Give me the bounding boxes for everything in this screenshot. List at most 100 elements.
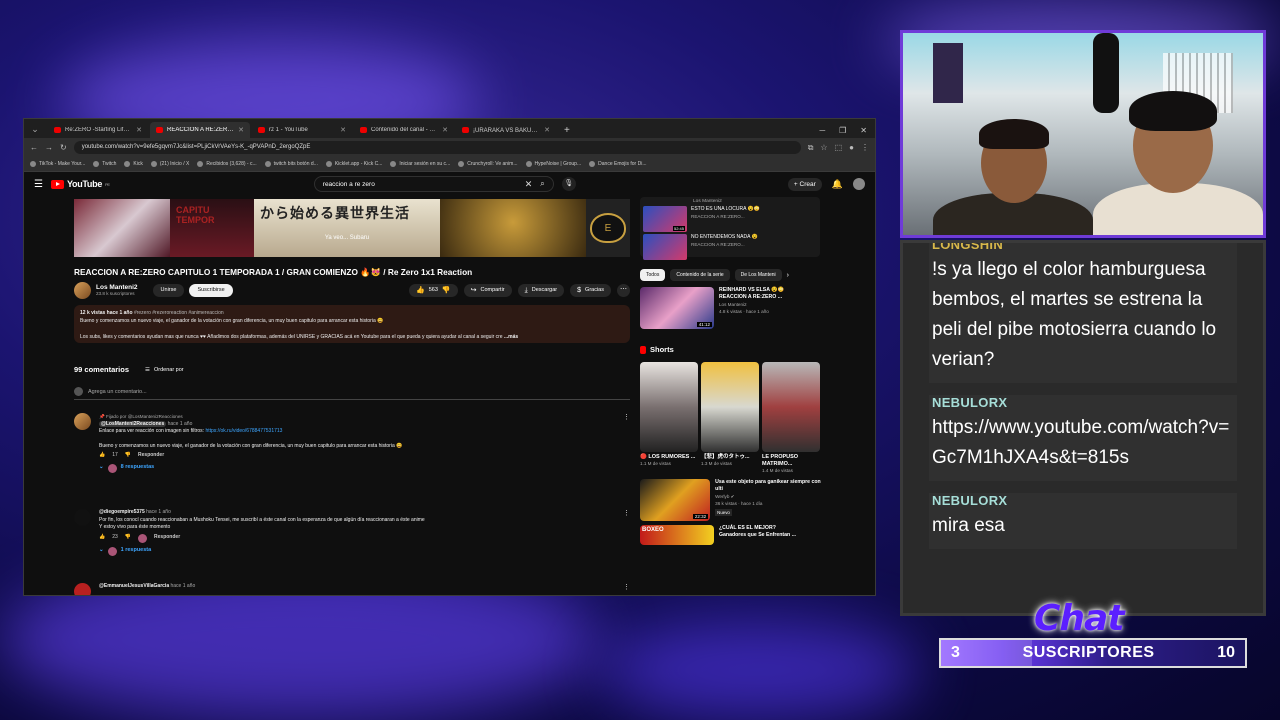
show-replies-button[interactable]: ⌄ 1 respuesta (99, 546, 615, 556)
reply-button[interactable]: Responder (154, 534, 180, 542)
short-item[interactable]: 🔴 LOS RUMORES ... 1.1 M de vistas (640, 362, 698, 473)
share-button[interactable]: ↪ Compartir (463, 283, 512, 297)
thumbs-up-icon[interactable]: 👍 (99, 452, 105, 460)
extensions-icon[interactable]: ⬚ (835, 143, 843, 152)
url-input[interactable]: youtube.com/watch?v=9efe5gqvm7Jc&list=PL… (73, 141, 801, 154)
minimize-icon[interactable]: ─ (819, 126, 825, 135)
close-window-icon[interactable]: ✕ (860, 126, 867, 135)
browser-menu-icon[interactable]: ⋮ (861, 143, 869, 152)
show-replies-button[interactable]: ⌄ 8 respuestas (99, 463, 615, 473)
bookmark-7[interactable]: Iniciar sesión en su c... (390, 161, 450, 167)
back-icon[interactable]: ← (30, 143, 38, 152)
create-button[interactable]: + Crear (787, 177, 822, 191)
thumbs-up-icon[interactable]: 👍 (99, 534, 105, 542)
recommended-video[interactable]: BOXEO ¿CUÁL ES EL MEJOR? Ganadores que S… (640, 525, 824, 545)
tab-close-icon[interactable]: ✕ (544, 126, 550, 134)
subscribe-button[interactable]: Suscribirse (189, 283, 233, 297)
cast-icon[interactable]: ⧉ (808, 143, 814, 153)
sort-button[interactable]: ☰ Ordenar por (145, 367, 184, 373)
comment-author[interactable]: @LosManteni2Reacciones (99, 420, 167, 427)
comment-menu-icon[interactable]: ⋮ (623, 413, 630, 473)
bookmark-9[interactable]: HypeNoise | Group... (525, 161, 581, 167)
tab-close-icon[interactable]: ✕ (136, 126, 142, 134)
microphone-icon[interactable]: 🎙 (561, 177, 576, 191)
channel-avatar[interactable] (74, 281, 91, 299)
thanks-button[interactable]: $ Gracias (570, 283, 611, 297)
comments-header: 99 comentarios ☰ Ordenar por (74, 365, 184, 374)
tab-search-icon[interactable]: ⌄ (28, 122, 42, 136)
comment-link[interactable]: https://ok.ru/video/6788477531713 (205, 428, 282, 434)
comment-avatar[interactable] (74, 413, 91, 430)
goal-label: SUSCRIPTORES (1022, 644, 1155, 661)
tab-3[interactable]: Contenido del canal - YouTub✕ (354, 122, 454, 138)
bookmark-10[interactable]: Dance Emojis for Di... (589, 161, 647, 167)
bookmark-8[interactable]: Crunchyroll: Ve anim... (458, 161, 518, 167)
heart-logo-icon: E (590, 213, 626, 243)
comment-author[interactable]: @diegoempire5375 (99, 509, 145, 515)
forward-icon[interactable]: → (45, 143, 53, 152)
user-avatar[interactable] (853, 178, 865, 190)
chip-channel[interactable]: De Los Manteni (734, 269, 782, 281)
thumbs-down-icon[interactable]: 👎 (125, 534, 131, 542)
show-more-link[interactable]: ...más (504, 334, 518, 340)
bookmark-favicon-icon (525, 161, 532, 167)
tab-4[interactable]: ¡URARAKA VS BAKUGO! 🔥 Lo✕ (456, 122, 556, 138)
reply-button[interactable]: Responder (138, 452, 164, 460)
bookmark-5[interactable]: twitch bits botón d... (264, 161, 318, 167)
thumbs-down-icon[interactable]: 👎 (442, 284, 451, 297)
tab-close-icon[interactable]: ✕ (442, 126, 448, 134)
bookmark-2[interactable]: Kick (124, 161, 143, 167)
chevron-right-icon[interactable]: › (787, 272, 789, 279)
streamer-left-hair (979, 119, 1049, 149)
bookmark-6[interactable]: Kicklet.app - Kick C... (325, 161, 382, 167)
video-actions: 👍 563 👎 ↪ Compartir ⤓ Descargar $ Gracias ⋯ (409, 283, 630, 297)
star-icon[interactable]: ☆ (820, 143, 827, 152)
search-icon[interactable]: ⌕ (540, 179, 544, 189)
tab-1[interactable]: REACCION A RE:ZERO CAPITU✕ (150, 122, 250, 138)
profile-icon[interactable]: ● (849, 143, 854, 152)
chip-series[interactable]: Contenido de la serie (670, 269, 730, 281)
tab-close-icon[interactable]: ✕ (238, 126, 244, 134)
comment-avatar[interactable] (74, 583, 91, 595)
playlist-item[interactable]: 52:45 ESTO ES UNA LOCURA 😵😳 REACCION A RE… (643, 206, 817, 232)
bell-icon[interactable]: 🔔 (832, 179, 843, 190)
clear-search-icon[interactable]: ✕ (525, 179, 533, 190)
tab-0[interactable]: Re:ZERO -Starting Life in Anoth✕ (48, 122, 148, 138)
chip-all[interactable]: Todos (640, 269, 666, 281)
like-button[interactable]: 👍 563 👎 (409, 283, 458, 297)
youtube-logo[interactable]: YouTube PE (50, 179, 110, 189)
video-player[interactable]: CAPITU TEMPOR から始める異世界生活 Ya veo... Subaru… (74, 199, 630, 257)
reload-icon[interactable]: ↻ (60, 143, 67, 152)
bookmark-3[interactable]: (21) Inicio / X (150, 161, 189, 167)
new-tab-button[interactable]: + (558, 125, 576, 138)
short-item[interactable]: LE PROPUSO MATRIMO... 1.4 M de vistas (762, 362, 820, 473)
bookmark-1[interactable]: Twitch (93, 161, 116, 167)
download-button[interactable]: ⤓ Descargar (517, 283, 565, 297)
maximize-icon[interactable]: ❐ (839, 126, 846, 135)
comment-body: @EmmanuelJesusVillaGarcia hace 1 año (99, 583, 196, 589)
comment-menu-icon[interactable]: ⋮ (623, 509, 630, 556)
recommended-video[interactable]: 41:12 REINHARD VS ELSA 😵😳 REACCION A RE:… (640, 287, 824, 329)
short-item[interactable]: 【悲】虎のタトゥ... 1.3 M de vistas (701, 362, 759, 473)
channel-name[interactable]: Los Manteni2 (96, 284, 138, 291)
tab-2[interactable]: rz 1 - YouTube ✕ (252, 122, 352, 138)
thumbs-down-icon[interactable]: 👎 (125, 452, 131, 460)
more-actions-icon[interactable]: ⋯ (617, 283, 630, 297)
bookmark-4[interactable]: Recibidos (3,628) - c... (197, 161, 257, 167)
search-input[interactable]: reaccion a re zero ✕ ⌕ (313, 176, 554, 192)
hamburger-menu-icon[interactable]: ☰ (34, 179, 43, 190)
join-button[interactable]: Unirse (152, 283, 185, 297)
comment-menu-icon[interactable]: ⋮ (623, 583, 630, 595)
comment-author[interactable]: @EmmanuelJesusVillaGarcia (99, 583, 169, 589)
add-comment-input[interactable]: Agrega un comentario... (74, 387, 630, 400)
bookmark-0[interactable]: TikTok - Make Your... (30, 161, 85, 167)
comment-actions: 👍 23 👎 Responder (99, 533, 615, 543)
recommended-video[interactable]: 22:32 Usa este objeto para ganikear siem… (640, 479, 824, 521)
tab-close-icon[interactable]: ✕ (340, 126, 346, 134)
chat-username: LONGSHIN (932, 240, 1004, 252)
comment-avatar[interactable] (74, 509, 91, 526)
video-description[interactable]: 12 k vistas hace 1 año #rezero #rezerore… (74, 305, 630, 343)
playlist-item[interactable]: NO ENTENDEMOS NADA 😵 REACCION A RE:ZERO..… (643, 234, 817, 260)
bookmark-favicon-icon (30, 161, 36, 167)
thumbs-up-icon: 👍 (416, 286, 425, 294)
